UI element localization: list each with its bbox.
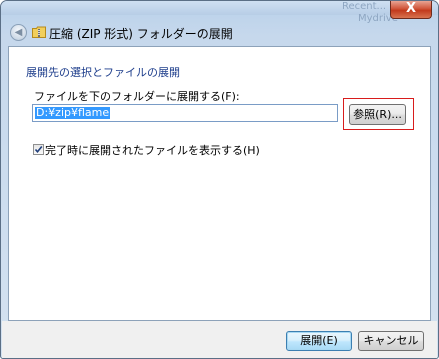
background-window-hint-faded: Recent...	[342, 1, 387, 12]
zip-folder-icon	[32, 26, 46, 38]
show-files-label: 完了時に展開されたファイルを表示する(H)	[45, 144, 260, 157]
extract-button[interactable]: 展開(E)	[286, 331, 352, 351]
browse-button[interactable]: 参照(R)...	[349, 104, 406, 125]
close-button[interactable]: X	[390, 1, 432, 19]
back-arrow-icon: ◀	[14, 27, 23, 38]
close-icon: X	[405, 1, 417, 16]
destination-label: ファイルを下のフォルダーに展開する(F):	[34, 90, 240, 103]
destination-path-value: D:¥zip¥flame	[35, 106, 111, 119]
show-files-checkbox[interactable]	[33, 144, 44, 155]
extract-dialog-window: Recent... Mydrive X ◀ 圧縮 (ZIP 形式) フォルダーの…	[0, 0, 439, 359]
back-button[interactable]: ◀	[10, 24, 27, 41]
section-title: 展開先の選択とファイルの展開	[26, 66, 180, 79]
destination-path-input[interactable]: D:¥zip¥flame	[32, 104, 338, 122]
cancel-button[interactable]: キャンセル	[358, 331, 424, 351]
dialog-title: 圧縮 (ZIP 形式) フォルダーの展開	[49, 27, 233, 41]
checkmark-icon	[34, 145, 43, 154]
